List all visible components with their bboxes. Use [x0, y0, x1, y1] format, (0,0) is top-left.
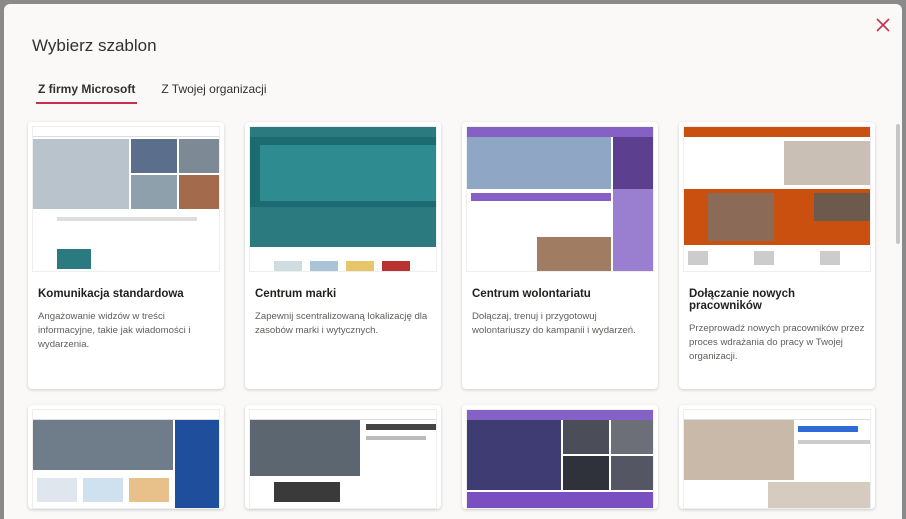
template-preview-image	[466, 126, 654, 272]
dialog-title: Wybierz szablon	[32, 36, 157, 55]
template-card-human-resources[interactable]	[28, 405, 224, 509]
template-preview-image	[466, 409, 654, 509]
template-card-standard-communication[interactable]: Komunikacja standardowa Angażowanie widz…	[28, 122, 224, 389]
tab-organization[interactable]: Z Twojej organizacji	[159, 82, 268, 104]
tab-microsoft[interactable]: Z firmy Microsoft	[36, 82, 138, 104]
template-grid: Komunikacja standardowa Angażowanie widz…	[28, 122, 880, 509]
source-tabs: Z firmy Microsoft Z Twojej organizacji	[36, 82, 269, 104]
template-picker-dialog: Wybierz szablon Z firmy Microsoft Z Twoj…	[4, 4, 902, 519]
template-preview-image	[249, 409, 437, 509]
template-preview-image	[249, 126, 437, 272]
template-title: Centrum wolontariatu	[472, 288, 591, 300]
template-preview-image	[32, 126, 220, 272]
template-card-showcase[interactable]	[679, 405, 875, 509]
template-card-leadership-connection[interactable]	[245, 405, 441, 509]
template-preview-image	[32, 409, 220, 509]
template-title: Centrum marki	[255, 288, 337, 300]
template-card-brand-central[interactable]: Centrum marki Zapewnij scentralizowaną l…	[245, 122, 441, 389]
close-icon[interactable]	[874, 16, 892, 34]
template-title: Komunikacja standardowa	[38, 288, 184, 300]
template-preview-image	[683, 409, 871, 509]
template-description: Angażowanie widzów w treści informacyjne…	[38, 311, 191, 350]
template-card-volunteer-center[interactable]: Centrum wolontariatu Dołączaj, trenuj i …	[462, 122, 658, 389]
scrollbar[interactable]	[896, 124, 900, 244]
template-title: Dołączanie nowych pracowników	[689, 288, 796, 312]
template-card-new-employee-onboarding[interactable]: Dołączanie nowych pracowników Przeprowad…	[679, 122, 875, 389]
template-preview-image	[683, 126, 871, 272]
template-card-learning-central[interactable]	[462, 405, 658, 509]
template-description: Przeprowadź nowych pracowników przez pro…	[689, 323, 865, 362]
template-description: Dołączaj, trenuj i przygotowuj wolontari…	[472, 311, 636, 336]
template-description: Zapewnij scentralizowaną lokalizację dla…	[255, 311, 428, 336]
